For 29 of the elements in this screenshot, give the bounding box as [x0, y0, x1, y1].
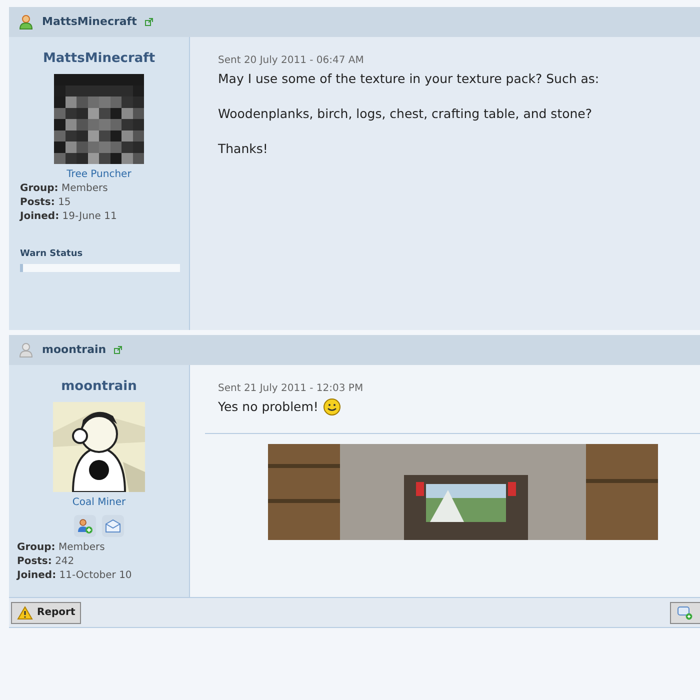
profile-field: Posts: 15: [20, 196, 189, 210]
author-link[interactable]: MattsMinecraft: [42, 14, 137, 30]
report-button[interactable]: Report: [11, 602, 82, 624]
post-text: Woodenplanks, birch, logs, chest, crafting table, and stone?: [218, 104, 592, 123]
member-rank: Tree Puncher: [66, 168, 132, 182]
post-text: Thanks!: [218, 140, 268, 158]
envelope-icon: [105, 518, 121, 532]
comment-add-icon: [677, 606, 693, 620]
profile-field: Posts: 242: [17, 554, 189, 568]
author-link[interactable]: moontrain: [42, 342, 106, 358]
external-link-icon: [144, 18, 153, 26]
external-link-icon: [114, 346, 122, 354]
author-name: moontrain: [61, 378, 137, 396]
reply-button[interactable]: [670, 602, 700, 624]
message-button[interactable]: [102, 514, 124, 536]
post-date: Sent 21 July 2011 - 12:03 PM: [218, 382, 364, 396]
add-friend-button[interactable]: [74, 514, 96, 536]
profile-field: Joined: 11-October 10: [17, 568, 189, 582]
author-name: MattsMinecraft: [42, 50, 156, 68]
warn-status-label: Warn Status: [20, 248, 84, 260]
user-add-icon: [77, 518, 93, 534]
profile-field: Group: Members: [17, 540, 189, 554]
profile-field: Group: Members: [20, 182, 189, 196]
post-text: May I use some of the texture in your texture pack? Such as:: [218, 70, 600, 88]
post-date: Sent 20 July 2011 - 06:47 AM: [218, 54, 365, 68]
member-rank: Coal Miner: [72, 496, 126, 510]
post-text: Yes no problem!: [218, 398, 318, 416]
profile-field: Joined: 19-June 11: [20, 210, 189, 224]
warning-icon: [17, 606, 33, 620]
